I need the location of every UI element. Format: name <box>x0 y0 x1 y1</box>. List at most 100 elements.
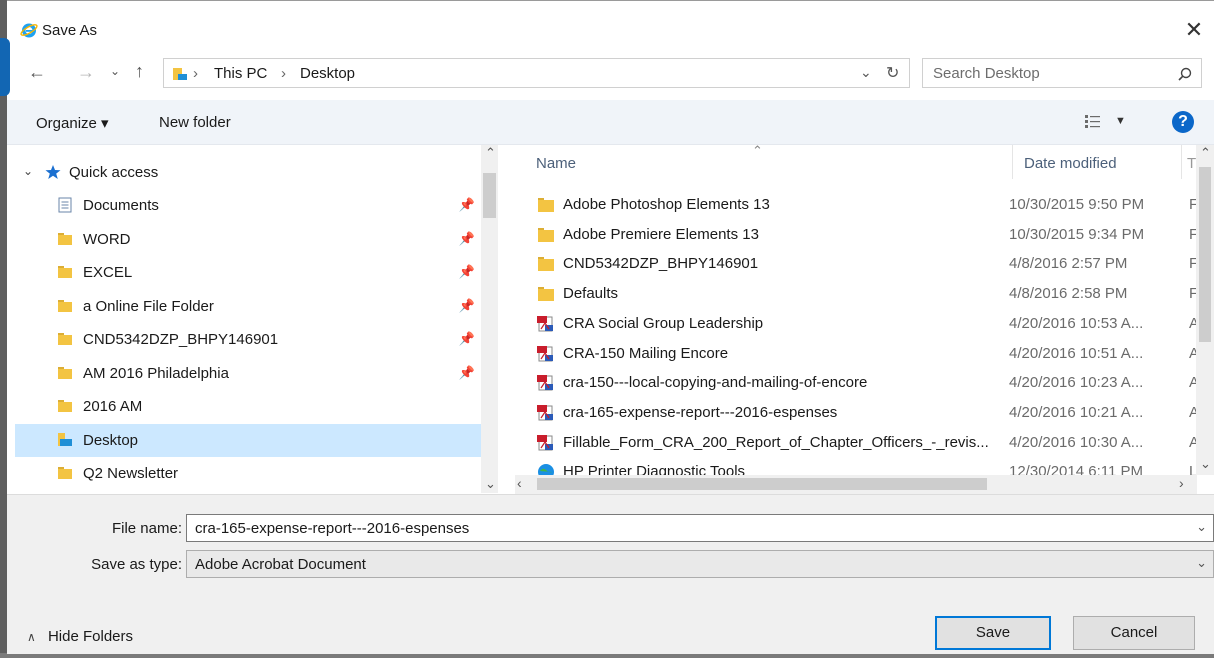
file-list-hscrollbar[interactable]: ‹ › <box>515 475 1197 494</box>
nav-item[interactable]: EXCEL 📌 <box>15 256 481 289</box>
file-type-partial: L <box>1189 463 1196 475</box>
file-row[interactable]: Defaults 4/8/2016 2:58 PM F <box>515 279 1196 309</box>
title-bar: Save As ✕ <box>7 1 1214 43</box>
organize-button[interactable]: Organize ▾ <box>36 114 109 132</box>
nav-item[interactable]: Q2 Newsletter <box>15 457 481 490</box>
view-options-icon[interactable] <box>1084 113 1102 129</box>
nav-item-label: Documents <box>83 197 159 214</box>
nav-pane-scrollbar[interactable]: ⌃ ⌄ <box>481 145 498 493</box>
pdf-file-icon <box>537 375 553 391</box>
pdf-file-icon <box>537 434 553 451</box>
pin-icon[interactable]: 📌 <box>459 264 475 280</box>
file-row[interactable]: CRA-150 Mailing Encore 4/20/2016 10:51 A.… <box>515 339 1196 369</box>
file-date: 4/20/2016 10:51 A... <box>1009 344 1144 362</box>
file-list-scrollbar[interactable]: ⌃ ⌄ <box>1196 145 1214 475</box>
nav-item[interactable]: AM 2016 Philadelphia 📌 <box>15 357 481 390</box>
file-date: 12/30/2014 6:11 PM <box>1009 463 1143 475</box>
address-bar[interactable]: › This PC › Desktop ⌄ ↻ <box>163 58 910 88</box>
file-type-partial: A <box>1189 314 1196 332</box>
file-type-partial: F <box>1189 225 1196 243</box>
file-row[interactable]: Fillable_Form_CRA_200_Report_of_Chapter_… <box>515 428 1196 458</box>
hscroll-thumb[interactable] <box>537 478 987 490</box>
file-row[interactable]: CRA Social Group Leadership 4/20/2016 10:… <box>515 309 1196 339</box>
view-dropdown-icon[interactable]: ▼ <box>1115 115 1126 127</box>
file-row[interactable]: HP Printer Diagnostic Tools 12/30/2014 6:… <box>515 457 1196 475</box>
chevron-down-icon: ⌄ <box>110 64 121 78</box>
file-row[interactable]: CND5342DZP_BHPY146901 4/8/2016 2:57 PM F <box>515 249 1196 279</box>
pin-icon[interactable]: 📌 <box>459 331 475 347</box>
scroll-up-icon[interactable]: ⌃ <box>1200 145 1211 161</box>
file-name: cra-165-expense-report---2016-espenses <box>563 403 838 421</box>
column-header-date-modified[interactable]: Date modified <box>1024 155 1117 172</box>
expand-chevron-icon[interactable]: ⌄ <box>23 164 33 178</box>
folder-icon <box>58 333 72 345</box>
file-row[interactable]: cra-150---local-copying-and-mailing-of-e… <box>515 368 1196 398</box>
file-name: HP Printer Diagnostic Tools <box>563 463 746 475</box>
pin-icon[interactable]: 📌 <box>459 365 475 381</box>
nav-quick-access[interactable]: ⌄ Quick access <box>15 156 481 189</box>
forward-button[interactable]: → <box>77 62 95 83</box>
file-name: CRA Social Group Leadership <box>563 314 764 332</box>
breadcrumb-this-pc[interactable]: This PC <box>214 65 267 82</box>
hide-folders-button[interactable]: ∧ Hide Folders <box>27 628 133 645</box>
nav-item[interactable]: CND5342DZP_BHPY146901 📌 <box>15 323 481 356</box>
pin-icon[interactable]: 📌 <box>459 231 475 247</box>
scroll-left-icon[interactable]: ‹ <box>517 475 522 491</box>
folder-icon <box>538 227 554 242</box>
file-row[interactable]: Adobe Premiere Elements 13 10/30/2015 9:3… <box>515 220 1196 250</box>
folder-icon <box>58 400 72 412</box>
file-name: cra-150---local-copying-and-mailing-of-e… <box>563 374 868 392</box>
folder-icon <box>58 266 72 278</box>
up-button[interactable]: ↑ <box>135 61 144 82</box>
search-input[interactable]: Search Desktop <box>933 65 1040 82</box>
breadcrumb-separator-icon: › <box>193 65 198 82</box>
file-name: Adobe Premiere Elements 13 <box>563 225 759 243</box>
breadcrumb-desktop[interactable]: Desktop <box>300 65 355 82</box>
column-divider[interactable] <box>1181 145 1182 179</box>
scroll-down-icon[interactable]: ⌄ <box>485 476 496 492</box>
background-app-tab <box>0 38 10 96</box>
nav-scroll-thumb[interactable] <box>483 173 496 218</box>
nav-item[interactable]: WORD 📌 <box>15 223 481 256</box>
nav-item[interactable]: 2016 AM <box>15 390 481 423</box>
desktop-icon <box>58 432 72 446</box>
pin-icon[interactable]: 📌 <box>459 197 475 213</box>
cancel-button[interactable]: Cancel <box>1073 616 1195 650</box>
file-scroll-thumb[interactable] <box>1199 167 1211 342</box>
documents-icon <box>58 197 72 213</box>
close-button[interactable]: ✕ <box>1182 19 1206 43</box>
nav-item[interactable]: Documents 📌 <box>15 189 481 222</box>
file-name-input[interactable]: cra-165-expense-report---2016-espenses <box>195 520 469 537</box>
nav-item[interactable]: Desktop <box>15 423 481 457</box>
file-name-label: File name: <box>111 520 182 537</box>
column-header-type-partial[interactable]: T <box>1187 155 1196 172</box>
refresh-icon[interactable]: ↻ <box>886 63 899 83</box>
nav-item[interactable]: a Online File Folder 📌 <box>15 290 481 323</box>
file-type-partial: F <box>1189 285 1196 303</box>
save-as-type-select[interactable]: Adobe Acrobat Document ⌄ <box>186 550 1214 578</box>
chevron-down-icon[interactable]: ⌄ <box>1196 555 1207 571</box>
column-header-name[interactable]: Name <box>536 155 576 172</box>
file-row[interactable]: cra-165-expense-report---2016-espenses 4/… <box>515 398 1196 428</box>
save-button[interactable]: Save <box>935 616 1051 650</box>
column-divider[interactable] <box>1012 145 1013 179</box>
nav-item-label: Desktop <box>83 431 139 449</box>
recent-locations-button[interactable]: ⌄ <box>110 64 120 78</box>
chevron-down-icon[interactable]: ⌄ <box>1196 519 1207 535</box>
scroll-right-icon[interactable]: › <box>1179 475 1184 491</box>
new-folder-button[interactable]: New folder <box>159 114 231 131</box>
address-dropdown-icon[interactable]: ⌄ <box>860 64 872 81</box>
chevron-up-icon: ∧ <box>27 630 36 644</box>
back-button[interactable]: ← <box>28 62 46 83</box>
scroll-up-icon[interactable]: ⌃ <box>485 145 496 161</box>
help-icon[interactable]: ? <box>1172 111 1194 133</box>
file-type-partial: F <box>1189 255 1196 273</box>
folder-icon <box>58 467 72 479</box>
file-date: 4/20/2016 10:21 A... <box>1009 403 1144 421</box>
file-name-field[interactable]: cra-165-expense-report---2016-espenses ⌄ <box>186 514 1214 542</box>
search-box[interactable]: Search Desktop <box>922 58 1202 88</box>
file-row[interactable]: Adobe Photoshop Elements 13 10/30/2015 9:… <box>515 190 1196 220</box>
scroll-down-icon[interactable]: ⌄ <box>1200 456 1211 472</box>
pin-icon[interactable]: 📌 <box>459 298 475 314</box>
file-list: Name ⌃ Date modified T Adobe Photoshop E… <box>515 145 1196 475</box>
